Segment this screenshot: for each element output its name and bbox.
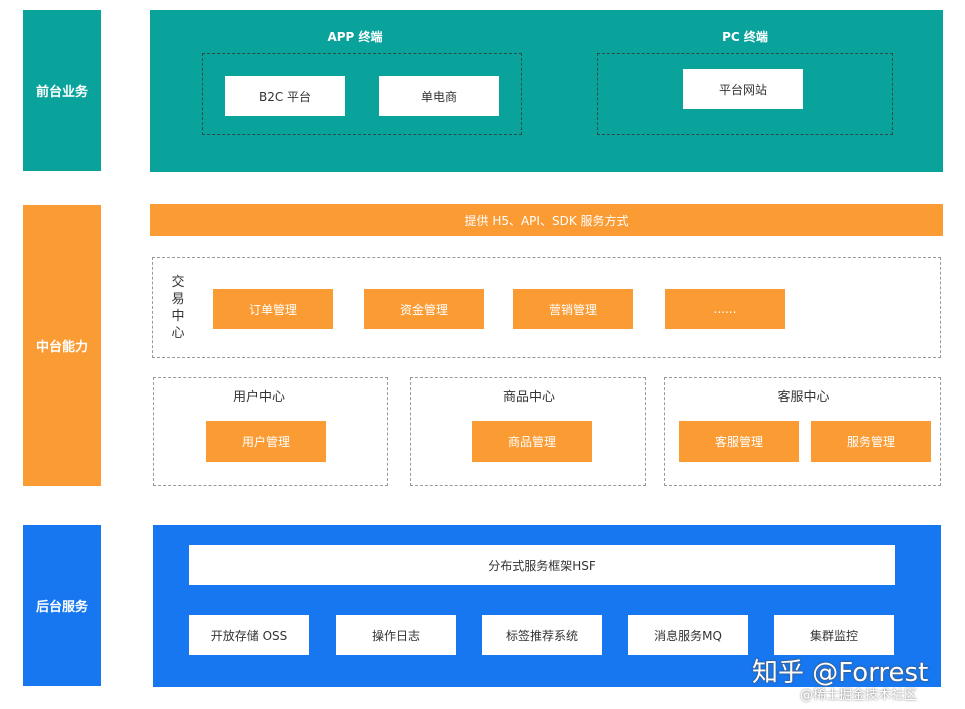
message-service-box: 消息服务MQ [628,615,748,655]
customer-service-management-box: 客服管理 [679,421,799,462]
trade-center-group: 交 易 中 心 订单管理 资金管理 营销管理 ...... [152,257,941,358]
back-layer-label: 后台服务 [23,525,101,686]
hsf-framework-box: 分布式服务框架HSF [189,545,895,585]
middle-layer-label: 中台能力 [23,205,101,486]
order-management-box: 订单管理 [213,289,333,329]
single-ecommerce-box: 单电商 [379,76,499,116]
front-layer-label: 前台业务 [23,10,101,171]
goods-management-box: 商品管理 [472,421,592,462]
cluster-monitoring-box: 集群监控 [774,615,894,655]
customer-service-center-group: 客服中心 客服管理 服务管理 [664,377,941,486]
tag-recommendation-box: 标签推荐系统 [482,615,602,655]
oss-storage-box: 开放存储 OSS [189,615,309,655]
b2c-platform-box: B2C 平台 [225,76,345,116]
platform-website-box: 平台网站 [683,69,803,109]
service-mode-banner: 提供 H5、API、SDK 服务方式 [150,204,943,236]
goods-center-title: 商品中心 [502,389,555,405]
front-layer-label-text: 前台业务 [35,85,88,100]
trade-center-title-char: 中 [171,309,185,324]
service-management-box: 服务管理 [811,421,931,462]
juejin-watermark: @稀土掘金技术社区 [800,688,918,703]
funds-management-box: 资金管理 [364,289,484,329]
trade-center-title-char: 心 [171,326,185,341]
app-terminal-group: B2C 平台 单电商 [202,53,522,135]
user-center-title: 用户中心 [232,389,285,405]
back-layer-label-text: 后台服务 [35,600,88,615]
user-management-box: 用户管理 [206,421,326,462]
trade-center-title-char: 易 [171,292,185,307]
goods-center-group: 商品中心 商品管理 [410,377,646,486]
app-terminal-title: APP 终端 [327,29,383,44]
operation-log-box: 操作日志 [336,615,456,655]
front-layer-panel: APP 终端 B2C 平台 单电商 PC 终端 平台网站 [150,10,943,172]
pc-terminal-group: 平台网站 [597,53,893,135]
middle-layer-label-text: 中台能力 [35,340,88,355]
customer-service-center-title: 客服中心 [777,389,830,405]
trade-center-title-char: 交 [171,275,185,290]
more-box: ...... [665,289,785,329]
trade-center-title: 交 易 中 心 [170,274,186,342]
service-mode-banner-text: 提供 H5、API、SDK 服务方式 [464,213,629,228]
user-center-group: 用户中心 用户管理 [153,377,388,486]
marketing-management-box: 营销管理 [513,289,633,329]
pc-terminal-title: PC 终端 [722,29,768,44]
